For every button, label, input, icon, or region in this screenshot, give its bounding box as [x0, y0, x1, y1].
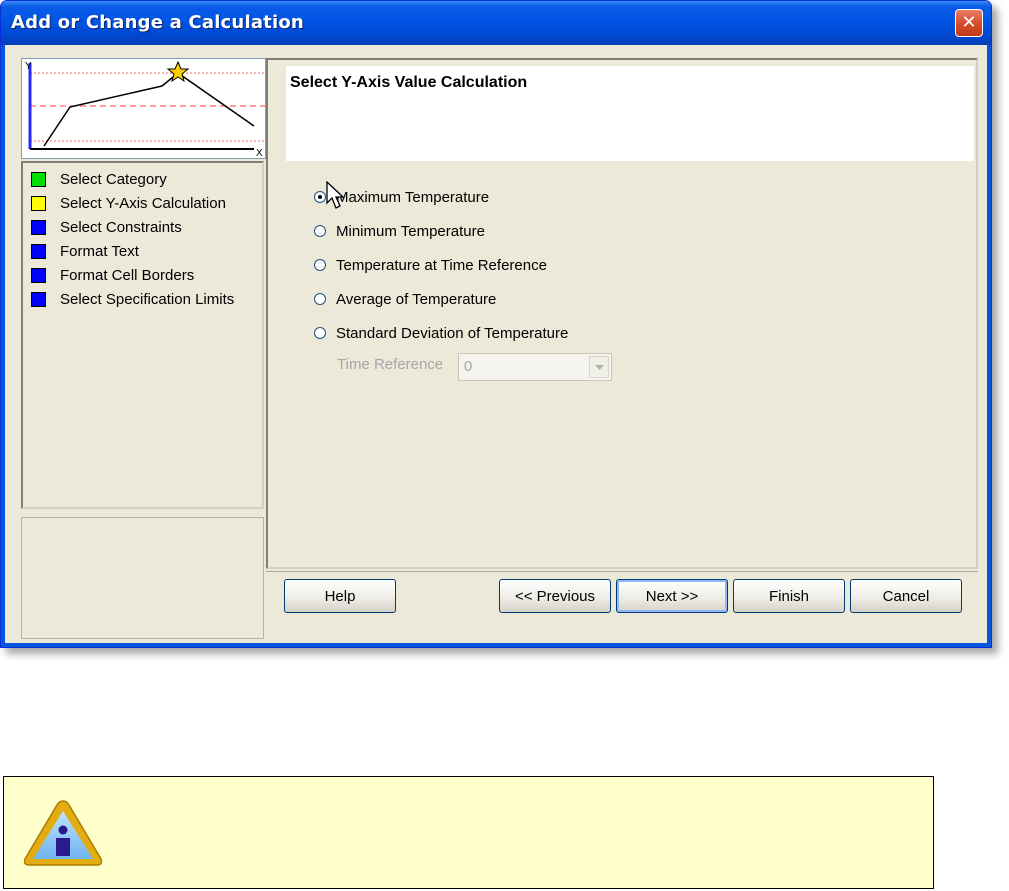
- chart-preview-graphic: Y X: [25, 60, 265, 159]
- option-label: Standard Deviation of Temperature: [336, 324, 569, 342]
- radio-button[interactable]: [314, 293, 326, 305]
- step-select-category: Select Category: [31, 169, 167, 189]
- option-label: Average of Temperature: [336, 290, 497, 308]
- window-frame-right: [987, 45, 991, 647]
- step-status-icon: [31, 171, 46, 187]
- step-description-panel: [21, 517, 264, 639]
- step-label: Select Y-Axis Calculation: [60, 194, 226, 212]
- title-bar[interactable]: Add or Change a Calculation ✕: [1, 1, 991, 45]
- mouse-pointer-icon: [326, 181, 345, 209]
- step-format-cell-borders: Format Cell Borders: [31, 265, 194, 285]
- option-minimum-temperature[interactable]: Minimum Temperature: [314, 220, 485, 242]
- preview-x-label: X: [256, 148, 263, 158]
- info-icon: [23, 800, 103, 866]
- option-average-of-temperature[interactable]: Average of Temperature: [314, 288, 496, 310]
- step-label: Format Text: [60, 242, 139, 260]
- step-label: Select Constraints: [60, 218, 182, 236]
- step-status-icon: [31, 291, 46, 307]
- close-icon: ✕: [961, 12, 977, 33]
- time-reference-value: 0: [464, 358, 473, 375]
- info-note: [3, 776, 934, 889]
- step-label: Select Specification Limits: [60, 290, 235, 308]
- step-status-icon: [31, 267, 46, 283]
- step-label: Format Cell Borders: [60, 266, 195, 284]
- time-reference-label: Time Reference: [337, 356, 444, 373]
- chevron-down-icon[interactable]: [589, 356, 609, 378]
- step-select-specification-limits: Select Specification Limits: [31, 289, 234, 309]
- step-status-icon: [31, 243, 46, 259]
- option-label: Temperature at Time Reference: [336, 256, 547, 274]
- close-button[interactable]: ✕: [955, 9, 983, 37]
- content-header: Select Y-Axis Value Calculation: [286, 66, 974, 161]
- page-title: Select Y-Axis Value Calculation: [290, 74, 528, 91]
- step-select-constraints: Select Constraints: [31, 217, 182, 237]
- wizard-steps: Select Category Select Y-Axis Calculatio…: [21, 161, 264, 509]
- option-standard-deviation-of-temperature[interactable]: Standard Deviation of Temperature: [314, 322, 568, 344]
- next-button[interactable]: Next >>: [616, 579, 728, 613]
- step-label: Select Category: [60, 170, 167, 188]
- step-status-icon: [31, 219, 46, 235]
- step-select-y-axis-calculation: Select Y-Axis Calculation: [31, 193, 226, 213]
- option-label: Maximum Temperature: [336, 188, 490, 206]
- finish-button[interactable]: Finish: [733, 579, 845, 613]
- option-temperature-at-time-reference[interactable]: Temperature at Time Reference: [314, 254, 547, 276]
- radio-button[interactable]: [314, 327, 326, 339]
- time-reference-dropdown[interactable]: 0: [458, 353, 612, 381]
- wizard-content: Select Y-Axis Value Calculation Maximum …: [266, 58, 978, 569]
- window-title: Add or Change a Calculation: [11, 12, 304, 33]
- preview-y-label: Y: [25, 61, 32, 72]
- step-status-icon: [31, 195, 46, 211]
- chart-preview: Y X: [21, 58, 266, 159]
- help-button[interactable]: Help: [284, 579, 396, 613]
- calculation-dialog: Add or Change a Calculation ✕ Y X Select…: [0, 0, 992, 648]
- radio-button[interactable]: [314, 225, 326, 237]
- button-bar: Help << Previous Next >> Finish Cancel: [266, 571, 978, 640]
- previous-button[interactable]: << Previous: [499, 579, 611, 613]
- cancel-button[interactable]: Cancel: [850, 579, 962, 613]
- radio-button[interactable]: [314, 191, 326, 203]
- step-format-text: Format Text: [31, 241, 139, 261]
- radio-button[interactable]: [314, 259, 326, 271]
- window-frame-bottom: [1, 643, 991, 647]
- window-frame-left: [1, 45, 5, 647]
- option-label: Minimum Temperature: [336, 222, 485, 240]
